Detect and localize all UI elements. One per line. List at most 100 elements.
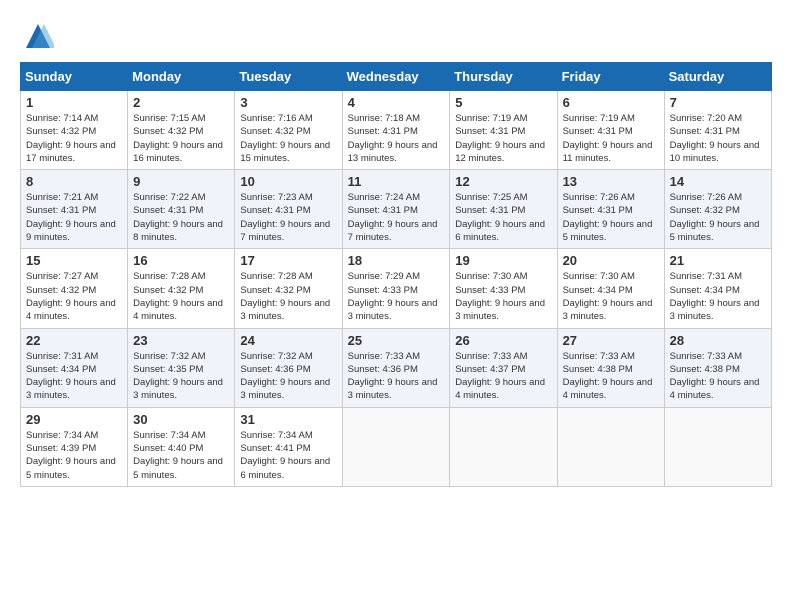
calendar-week-4: 22 Sunrise: 7:31 AMSunset: 4:34 PMDaylig…: [21, 328, 772, 407]
day-info: Sunrise: 7:34 AMSunset: 4:39 PMDaylight:…: [26, 429, 122, 482]
day-number: 28: [670, 333, 766, 348]
day-number: 27: [563, 333, 659, 348]
day-info: Sunrise: 7:22 AMSunset: 4:31 PMDaylight:…: [133, 191, 229, 244]
calendar-cell: 6 Sunrise: 7:19 AMSunset: 4:31 PMDayligh…: [557, 91, 664, 170]
day-info: Sunrise: 7:25 AMSunset: 4:31 PMDaylight:…: [455, 191, 551, 244]
day-number: 29: [26, 412, 122, 427]
calendar-cell: [664, 407, 771, 486]
logo: [20, 20, 56, 52]
day-number: 15: [26, 253, 122, 268]
calendar-table: SundayMondayTuesdayWednesdayThursdayFrid…: [20, 62, 772, 487]
weekday-header-tuesday: Tuesday: [235, 63, 342, 91]
calendar-cell: 28 Sunrise: 7:33 AMSunset: 4:38 PMDaylig…: [664, 328, 771, 407]
day-info: Sunrise: 7:26 AMSunset: 4:31 PMDaylight:…: [563, 191, 659, 244]
calendar-week-5: 29 Sunrise: 7:34 AMSunset: 4:39 PMDaylig…: [21, 407, 772, 486]
day-number: 26: [455, 333, 551, 348]
weekday-header-sunday: Sunday: [21, 63, 128, 91]
calendar-cell: 21 Sunrise: 7:31 AMSunset: 4:34 PMDaylig…: [664, 249, 771, 328]
day-info: Sunrise: 7:30 AMSunset: 4:33 PMDaylight:…: [455, 270, 551, 323]
day-info: Sunrise: 7:31 AMSunset: 4:34 PMDaylight:…: [26, 350, 122, 403]
calendar-cell: 8 Sunrise: 7:21 AMSunset: 4:31 PMDayligh…: [21, 170, 128, 249]
day-info: Sunrise: 7:33 AMSunset: 4:38 PMDaylight:…: [563, 350, 659, 403]
weekday-header-friday: Friday: [557, 63, 664, 91]
day-number: 4: [348, 95, 445, 110]
calendar-cell: [557, 407, 664, 486]
day-info: Sunrise: 7:27 AMSunset: 4:32 PMDaylight:…: [26, 270, 122, 323]
calendar-cell: 12 Sunrise: 7:25 AMSunset: 4:31 PMDaylig…: [450, 170, 557, 249]
calendar-header-row: SundayMondayTuesdayWednesdayThursdayFrid…: [21, 63, 772, 91]
day-number: 2: [133, 95, 229, 110]
day-info: Sunrise: 7:26 AMSunset: 4:32 PMDaylight:…: [670, 191, 766, 244]
calendar-cell: 17 Sunrise: 7:28 AMSunset: 4:32 PMDaylig…: [235, 249, 342, 328]
day-number: 19: [455, 253, 551, 268]
day-number: 12: [455, 174, 551, 189]
day-info: Sunrise: 7:14 AMSunset: 4:32 PMDaylight:…: [26, 112, 122, 165]
day-info: Sunrise: 7:32 AMSunset: 4:35 PMDaylight:…: [133, 350, 229, 403]
day-info: Sunrise: 7:33 AMSunset: 4:38 PMDaylight:…: [670, 350, 766, 403]
calendar-cell: 31 Sunrise: 7:34 AMSunset: 4:41 PMDaylig…: [235, 407, 342, 486]
calendar-cell: 25 Sunrise: 7:33 AMSunset: 4:36 PMDaylig…: [342, 328, 450, 407]
day-number: 18: [348, 253, 445, 268]
calendar-cell: 15 Sunrise: 7:27 AMSunset: 4:32 PMDaylig…: [21, 249, 128, 328]
day-number: 3: [240, 95, 336, 110]
day-info: Sunrise: 7:28 AMSunset: 4:32 PMDaylight:…: [133, 270, 229, 323]
day-info: Sunrise: 7:24 AMSunset: 4:31 PMDaylight:…: [348, 191, 445, 244]
day-info: Sunrise: 7:21 AMSunset: 4:31 PMDaylight:…: [26, 191, 122, 244]
calendar-week-3: 15 Sunrise: 7:27 AMSunset: 4:32 PMDaylig…: [21, 249, 772, 328]
day-info: Sunrise: 7:19 AMSunset: 4:31 PMDaylight:…: [455, 112, 551, 165]
day-info: Sunrise: 7:30 AMSunset: 4:34 PMDaylight:…: [563, 270, 659, 323]
calendar-cell: 30 Sunrise: 7:34 AMSunset: 4:40 PMDaylig…: [128, 407, 235, 486]
day-number: 5: [455, 95, 551, 110]
calendar-cell: 2 Sunrise: 7:15 AMSunset: 4:32 PMDayligh…: [128, 91, 235, 170]
day-info: Sunrise: 7:15 AMSunset: 4:32 PMDaylight:…: [133, 112, 229, 165]
day-number: 21: [670, 253, 766, 268]
calendar-cell: 29 Sunrise: 7:34 AMSunset: 4:39 PMDaylig…: [21, 407, 128, 486]
calendar-cell: 13 Sunrise: 7:26 AMSunset: 4:31 PMDaylig…: [557, 170, 664, 249]
day-number: 20: [563, 253, 659, 268]
day-number: 30: [133, 412, 229, 427]
calendar-cell: 19 Sunrise: 7:30 AMSunset: 4:33 PMDaylig…: [450, 249, 557, 328]
calendar-cell: 22 Sunrise: 7:31 AMSunset: 4:34 PMDaylig…: [21, 328, 128, 407]
day-number: 8: [26, 174, 122, 189]
calendar-cell: 5 Sunrise: 7:19 AMSunset: 4:31 PMDayligh…: [450, 91, 557, 170]
day-number: 14: [670, 174, 766, 189]
day-number: 25: [348, 333, 445, 348]
calendar-cell: 10 Sunrise: 7:23 AMSunset: 4:31 PMDaylig…: [235, 170, 342, 249]
calendar-cell: 16 Sunrise: 7:28 AMSunset: 4:32 PMDaylig…: [128, 249, 235, 328]
day-number: 24: [240, 333, 336, 348]
day-number: 9: [133, 174, 229, 189]
day-number: 22: [26, 333, 122, 348]
weekday-header-thursday: Thursday: [450, 63, 557, 91]
day-number: 31: [240, 412, 336, 427]
calendar-cell: 11 Sunrise: 7:24 AMSunset: 4:31 PMDaylig…: [342, 170, 450, 249]
calendar-cell: 9 Sunrise: 7:22 AMSunset: 4:31 PMDayligh…: [128, 170, 235, 249]
calendar-cell: 4 Sunrise: 7:18 AMSunset: 4:31 PMDayligh…: [342, 91, 450, 170]
day-number: 7: [670, 95, 766, 110]
calendar-cell: 24 Sunrise: 7:32 AMSunset: 4:36 PMDaylig…: [235, 328, 342, 407]
day-info: Sunrise: 7:34 AMSunset: 4:40 PMDaylight:…: [133, 429, 229, 482]
calendar-week-2: 8 Sunrise: 7:21 AMSunset: 4:31 PMDayligh…: [21, 170, 772, 249]
day-info: Sunrise: 7:28 AMSunset: 4:32 PMDaylight:…: [240, 270, 336, 323]
day-info: Sunrise: 7:16 AMSunset: 4:32 PMDaylight:…: [240, 112, 336, 165]
calendar-week-1: 1 Sunrise: 7:14 AMSunset: 4:32 PMDayligh…: [21, 91, 772, 170]
calendar-cell: 27 Sunrise: 7:33 AMSunset: 4:38 PMDaylig…: [557, 328, 664, 407]
day-info: Sunrise: 7:32 AMSunset: 4:36 PMDaylight:…: [240, 350, 336, 403]
day-number: 17: [240, 253, 336, 268]
weekday-header-saturday: Saturday: [664, 63, 771, 91]
day-number: 13: [563, 174, 659, 189]
calendar-cell: 20 Sunrise: 7:30 AMSunset: 4:34 PMDaylig…: [557, 249, 664, 328]
weekday-header-monday: Monday: [128, 63, 235, 91]
day-number: 1: [26, 95, 122, 110]
page-header: [20, 20, 772, 52]
calendar-cell: 7 Sunrise: 7:20 AMSunset: 4:31 PMDayligh…: [664, 91, 771, 170]
day-info: Sunrise: 7:23 AMSunset: 4:31 PMDaylight:…: [240, 191, 336, 244]
day-info: Sunrise: 7:31 AMSunset: 4:34 PMDaylight:…: [670, 270, 766, 323]
calendar-cell: 18 Sunrise: 7:29 AMSunset: 4:33 PMDaylig…: [342, 249, 450, 328]
day-number: 10: [240, 174, 336, 189]
calendar-cell: 3 Sunrise: 7:16 AMSunset: 4:32 PMDayligh…: [235, 91, 342, 170]
calendar-cell: 1 Sunrise: 7:14 AMSunset: 4:32 PMDayligh…: [21, 91, 128, 170]
day-info: Sunrise: 7:19 AMSunset: 4:31 PMDaylight:…: [563, 112, 659, 165]
day-number: 23: [133, 333, 229, 348]
calendar-cell: 26 Sunrise: 7:33 AMSunset: 4:37 PMDaylig…: [450, 328, 557, 407]
day-info: Sunrise: 7:33 AMSunset: 4:36 PMDaylight:…: [348, 350, 445, 403]
